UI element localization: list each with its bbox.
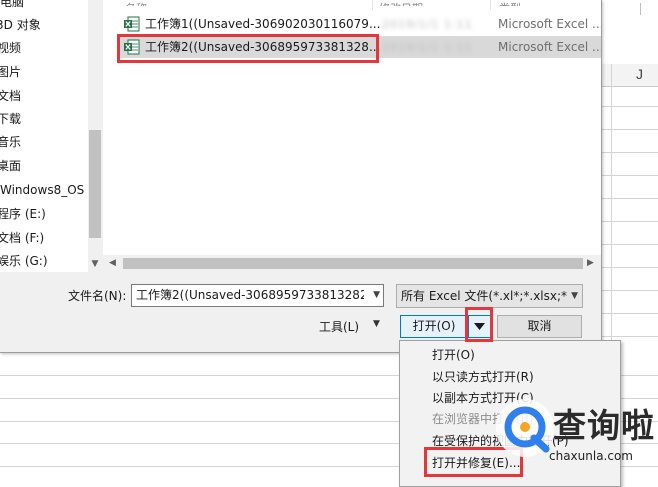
scroll-left-icon[interactable]: ◀ (109, 255, 121, 272)
nav-scrollbar-thumb[interactable] (89, 130, 101, 238)
file-type: Microsoft Excel ... (498, 40, 601, 54)
nav-item[interactable]: 3D 对象 (0, 14, 41, 36)
excel-file-icon (124, 16, 140, 32)
ribbon-fragment (601, 0, 658, 35)
chevron-down-icon[interactable]: ▼ (571, 285, 578, 307)
grid-line (601, 336, 658, 337)
nav-item[interactable]: 文档 (0, 85, 21, 107)
file-name: 工作簿1((Unsaved-306902030116079... (145, 17, 381, 31)
column-divider (372, 0, 373, 10)
grid-line (601, 221, 658, 222)
filename-label: 文件名(N): (68, 289, 127, 303)
grid-line (601, 267, 658, 268)
watermark-title: 查询啦 (553, 406, 655, 445)
grid-line (601, 106, 658, 107)
column-header-date[interactable]: 修改日期 (379, 0, 423, 6)
nav-item[interactable]: 视频 (0, 37, 21, 59)
cancel-button[interactable]: 取消 (497, 315, 582, 338)
tools-button-label: 工具(L) (319, 320, 360, 334)
nav-item[interactable]: 桌面 (0, 155, 21, 177)
nav-item[interactable]: 程序 (E:) (0, 203, 46, 225)
chevron-down-icon[interactable]: ▼ (373, 285, 380, 306)
column-header-name[interactable]: 名称 (125, 0, 147, 6)
nav-item[interactable]: Windows8_OS (C (0, 179, 101, 201)
column-divider (490, 0, 491, 10)
file-date-blurred: 2019/1/1 1:11 (382, 41, 473, 54)
highlight-open-dropdown (465, 307, 493, 342)
nav-item[interactable]: 音乐 (0, 131, 21, 153)
hscrollbar-thumb[interactable] (123, 258, 583, 269)
filetype-selected-value[interactable]: 所有 Excel 文件(*.xl*;*.xlsx;*.xl (401, 285, 567, 307)
column-header-type[interactable]: 类型 (499, 0, 521, 6)
nav-item[interactable]: 图片 (0, 61, 21, 83)
caret-down-icon: ▼ (373, 319, 380, 329)
menu-item-open[interactable]: 打开(O) (432, 344, 475, 366)
grid-line (601, 129, 658, 130)
highlight-selected-file (117, 34, 379, 63)
file-row[interactable]: 工作簿1((Unsaved-306902030116079... 2019/1/… (118, 13, 601, 35)
navigation-pane: 电脑 3D 对象 视频 图片 文档 下载 音乐 桌面 Windows8_OS (… (0, 0, 102, 272)
filename-input-text[interactable]: 工作簿2((Unsaved-306895973381328216) (136, 285, 364, 306)
watermark: 查询啦 chaxunla.com (491, 385, 658, 487)
scroll-down-icon[interactable]: ▼ (88, 256, 102, 272)
nav-item[interactable]: 娱乐 (G:) (0, 250, 48, 272)
scroll-right-icon[interactable]: ▶ (587, 255, 599, 272)
formula-bar-fragment (601, 34, 658, 65)
file-type: Microsoft Excel ... (498, 17, 601, 31)
grid-line (601, 152, 658, 153)
nav-item[interactable]: 文档 (F:) (0, 227, 44, 249)
filename-combobox[interactable]: 工作簿2((Unsaved-306895973381328216) ▼ (131, 284, 384, 307)
grid-line (601, 198, 658, 199)
file-list-hscrollbar[interactable]: ◀ ▶ (103, 255, 601, 272)
grid-line (601, 290, 658, 291)
grid-line (601, 313, 658, 314)
grid-line (601, 175, 658, 176)
open-button[interactable]: 打开(O) (401, 316, 467, 337)
filetype-select[interactable]: 所有 Excel 文件(*.xl*;*.xlsx;*.xl ▼ (396, 284, 583, 308)
column-header-row (601, 64, 658, 87)
grid-line (601, 244, 658, 245)
nav-item[interactable]: 电脑 (0, 0, 24, 13)
watermark-url: chaxunla.com (549, 449, 633, 463)
ribbon-divider (640, 3, 641, 15)
tools-button[interactable]: 工具(L) ▼ (317, 316, 389, 336)
watermark-logo-icon (496, 399, 554, 457)
column-header-j[interactable]: J (636, 66, 643, 82)
nav-item[interactable]: 下载 (0, 108, 21, 130)
file-date-blurred: 2019/1/1 1:11 (382, 18, 473, 31)
